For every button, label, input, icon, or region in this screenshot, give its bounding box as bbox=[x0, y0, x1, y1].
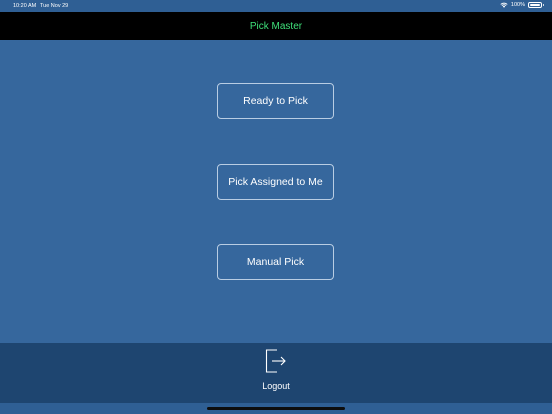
navigation-bar: Pick Master bbox=[0, 12, 552, 40]
app-screen: 10:20 AM Tue Nov 29 100% Pick Master Rea… bbox=[0, 0, 552, 414]
battery-percent: 100% bbox=[510, 2, 525, 8]
battery-icon bbox=[528, 2, 544, 8]
pick-assigned-to-me-button[interactable]: Pick Assigned to Me bbox=[217, 164, 334, 200]
manual-pick-button[interactable]: Manual Pick bbox=[217, 244, 334, 280]
bottom-toolbar: Logout bbox=[0, 343, 552, 403]
wifi-icon bbox=[500, 2, 508, 8]
home-indicator[interactable] bbox=[207, 407, 345, 410]
logout-icon bbox=[265, 349, 286, 373]
logout-label: Logout bbox=[262, 381, 290, 391]
page-title: Pick Master bbox=[249, 21, 303, 32]
status-date: Tue Nov 29 bbox=[40, 3, 69, 9]
home-indicator-area bbox=[0, 403, 552, 414]
battery-fill bbox=[530, 4, 540, 6]
main-menu: Ready to Pick Pick Assigned to Me Manual… bbox=[0, 40, 552, 343]
logout-button[interactable]: Logout bbox=[246, 349, 306, 395]
status-bar: 10:20 AM Tue Nov 29 100% bbox=[0, 0, 552, 12]
status-time: 10:20 AM bbox=[13, 3, 37, 9]
battery-tip bbox=[542, 4, 544, 6]
ready-to-pick-button[interactable]: Ready to Pick bbox=[217, 83, 334, 119]
status-indicators: 100% bbox=[500, 2, 544, 8]
